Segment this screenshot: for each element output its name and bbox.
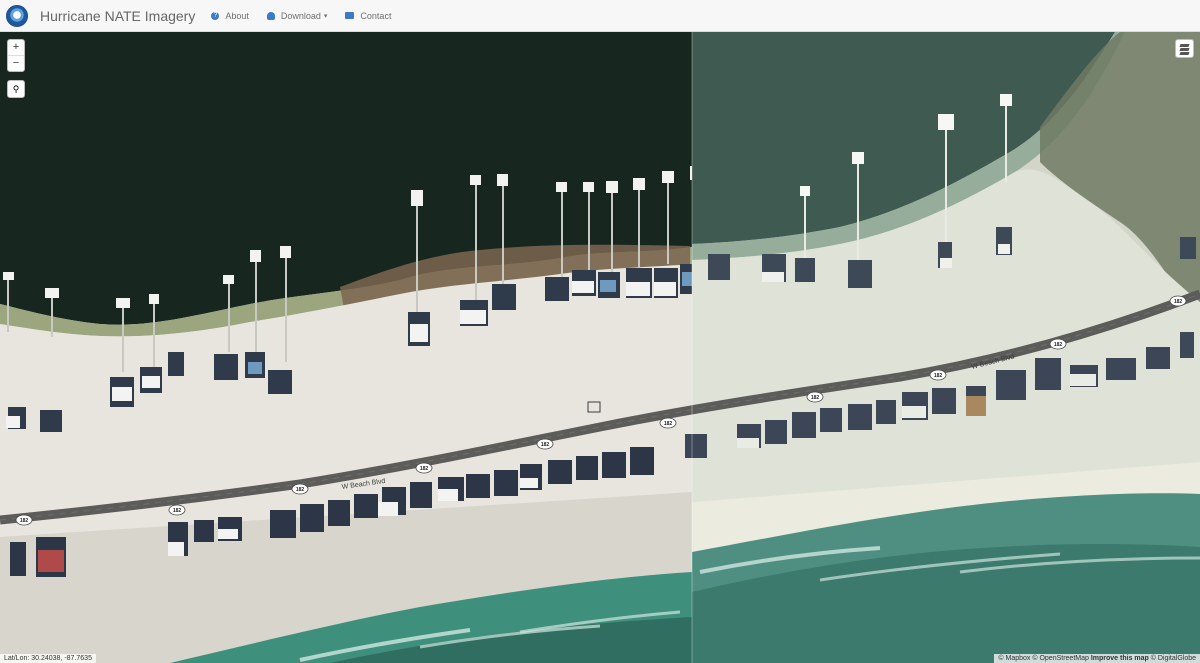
layers-icon (1179, 44, 1190, 47)
route-shield: 182 (1049, 338, 1067, 350)
latlon-readout: Lat/Lon: 30.24038, -87.7635 (0, 654, 96, 663)
nav-download[interactable]: Download ▾ (266, 10, 328, 21)
route-shield-label: 182 (1174, 299, 1183, 305)
zoom-in-button[interactable]: + (8, 40, 24, 56)
map-viewport[interactable]: W Beach Blvd W Beach Blvd 182 182 182 18… (0, 32, 1200, 663)
route-shield-label: 182 (934, 373, 943, 379)
route-shield: 182 (659, 417, 677, 429)
layers-icon-line (1179, 52, 1190, 55)
route-shield-label: 182 (1054, 342, 1063, 348)
layers-icon-line (1179, 48, 1190, 51)
route-shield: 182 (15, 514, 33, 526)
map-attribution: © Mapbox © OpenStreetMap Improve this ma… (994, 654, 1200, 663)
route-shield: 182 (415, 462, 433, 474)
route-shield: 182 (168, 504, 186, 516)
nav-download-label: Download (280, 10, 321, 21)
route-shield-label: 182 (541, 442, 550, 448)
road-labels: W Beach Blvd W Beach Blvd 182 182 182 18… (15, 295, 1187, 526)
road-label-right: W Beach Blvd (971, 353, 1015, 370)
noaa-logo[interactable] (6, 4, 28, 27)
nav-about-label: About (225, 10, 249, 21)
app-title[interactable]: Hurricane NATE Imagery (40, 8, 195, 24)
route-shield-label: 182 (664, 421, 673, 427)
nav-contact-label: Contact (360, 10, 392, 21)
attribution-osm[interactable]: © OpenStreetMap (1032, 655, 1089, 662)
improve-map-link[interactable]: Improve this map (1091, 655, 1149, 662)
zoom-control: + − (7, 39, 25, 72)
envelope-icon (345, 12, 355, 19)
nav-contact[interactable]: Contact (345, 11, 391, 21)
route-shield: 182 (806, 391, 824, 403)
attribution-digitalglobe[interactable]: © DigitalGlobe (1151, 655, 1196, 662)
route-shield-label: 182 (20, 518, 29, 524)
nav-about[interactable]: ? About (211, 11, 249, 21)
zoom-out-button[interactable]: − (8, 56, 24, 71)
search-icon: ⚲ (12, 84, 20, 94)
caret-down-icon: ▾ (323, 12, 328, 20)
route-shield-label: 182 (811, 395, 820, 401)
search-button[interactable]: ⚲ (7, 80, 25, 98)
question-circle-icon: ? (211, 11, 220, 20)
route-shield-label: 182 (296, 487, 305, 493)
layers-button[interactable] (1175, 39, 1194, 58)
route-shield-label: 182 (420, 466, 429, 472)
route-shield-label: 182 (173, 508, 182, 514)
attribution-mapbox[interactable]: © Mapbox (998, 655, 1030, 662)
route-shield: 182 (291, 483, 309, 495)
cloud-download-icon (266, 11, 275, 20)
route-shield: 182 (929, 369, 947, 381)
road-label-left: W Beach Blvd (341, 478, 386, 491)
route-shield: 182 (536, 438, 554, 450)
route-shield: 182 (1169, 295, 1187, 307)
top-navbar: Hurricane NATE Imagery ? About Download … (0, 0, 1200, 32)
